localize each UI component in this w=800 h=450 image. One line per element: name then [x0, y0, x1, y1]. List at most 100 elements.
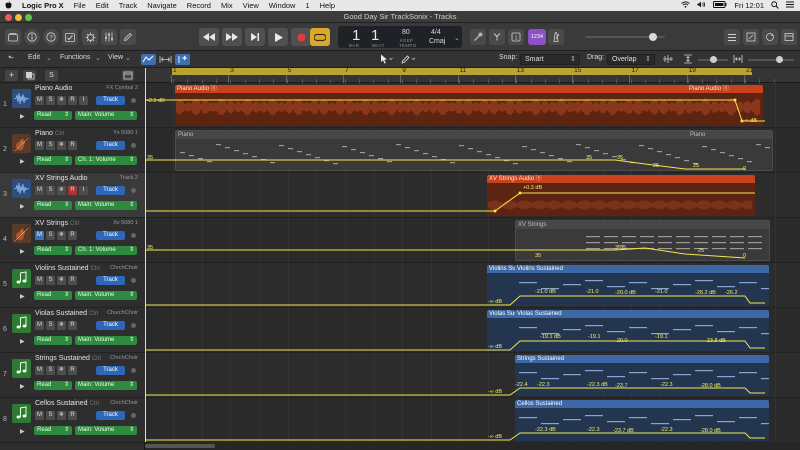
count-in-icon[interactable]: 1 — [508, 29, 524, 45]
track-mode-button[interactable]: Track — [96, 411, 125, 420]
snap-dropdown[interactable]: Smart ⇕ — [520, 54, 580, 65]
play-button[interactable] — [268, 28, 288, 46]
back-arrow-icon[interactable]: ⬑ — [8, 54, 14, 62]
master-volume-slider[interactable] — [585, 33, 665, 41]
automation-mode-button[interactable]: Read ⇕ — [34, 291, 72, 300]
master-volume-knob[interactable] — [649, 33, 657, 41]
menubar-clock[interactable]: Fri 12:01 — [734, 1, 764, 10]
mute-button[interactable]: M — [35, 276, 44, 285]
xv-strings-automation-line[interactable] — [145, 218, 800, 263]
track-header-5[interactable]: 5 Violins Sustained Ctrl ChrchChoir M S ❄ R Tra… — [0, 263, 145, 308]
functions-menu[interactable]: Functions — [60, 54, 90, 61]
edit-menu[interactable]: Edit — [28, 54, 40, 61]
lcd-display[interactable]: 1 1 BAR BEAT 80 KEEP TEMPO 4/4 Cmaj ⌄ — [338, 26, 462, 48]
app-menu[interactable]: Logic Pro X — [17, 1, 69, 10]
input-monitor-button[interactable]: I — [79, 186, 88, 195]
playhead[interactable] — [145, 68, 146, 450]
track-mode-button[interactable]: Track — [96, 276, 125, 285]
violin-icon[interactable] — [12, 224, 31, 243]
track-mode-button[interactable]: Track — [96, 186, 125, 195]
toolbar-icon[interactable] — [62, 29, 78, 45]
record-enable-button[interactable]: R — [68, 411, 77, 420]
mute-button[interactable]: M — [35, 141, 44, 150]
track-list-icon[interactable] — [122, 70, 134, 81]
arrange-area[interactable]: 1 3 5 7 9 11 13 15 17 19 21 Piano Audio ⓢ Piano Au… — [145, 68, 800, 450]
library-icon[interactable] — [5, 29, 21, 45]
menu-file[interactable]: File — [69, 1, 91, 10]
list-editors-icon[interactable] — [724, 29, 740, 45]
violins-automation-line[interactable] — [145, 263, 800, 308]
music-note-icon[interactable] — [12, 359, 31, 378]
horizontal-scroll-thumb[interactable] — [145, 444, 215, 448]
solo-button[interactable]: S — [46, 186, 55, 195]
drag-dropdown[interactable]: Overlap ⇕ — [607, 54, 655, 65]
spotlight-search-icon[interactable] — [771, 0, 779, 11]
track-header-6[interactable]: 6 Violas Sustained Ctrl ChurchChoir M S ❄ R Tra… — [0, 308, 145, 353]
menu-window[interactable]: Window — [264, 1, 301, 10]
automation-mode-button[interactable]: Read ⇕ — [34, 111, 72, 120]
piano-automation-line[interactable] — [145, 128, 800, 173]
record-enable-button[interactable]: R — [68, 186, 77, 195]
violas-automation-line[interactable] — [145, 308, 800, 353]
track-mode-button[interactable]: Track — [96, 96, 125, 105]
track-name[interactable]: XV Strings Ctrl — [35, 220, 79, 227]
wifi-icon[interactable] — [681, 1, 691, 10]
browsers-icon[interactable] — [781, 29, 797, 45]
track-header-8[interactable]: 8 Cellos Sustained Ctrl ChrchChoir M S ❄ R Trac… — [0, 398, 145, 443]
automation-disclosure-icon[interactable]: ▶ — [20, 158, 25, 165]
smart-controls-icon[interactable] — [82, 29, 98, 45]
horizontal-zoom-icon[interactable] — [733, 54, 743, 66]
vertical-zoom-icon[interactable] — [683, 54, 693, 66]
strings-automation-line[interactable] — [145, 353, 800, 398]
automation-parameter-button[interactable]: Ch. 1: Volume ⇕ — [75, 246, 137, 255]
menu-mix[interactable]: Mix — [216, 1, 238, 10]
track-header-3[interactable]: 3 XV Strings Audio Track 2 M S ❄ R I Track ▶ Read ⇕… — [0, 173, 145, 218]
flex-view-button[interactable] — [158, 54, 173, 65]
input-monitor-button[interactable]: I — [79, 96, 88, 105]
track-name[interactable]: XV Strings Audio — [35, 175, 88, 182]
note-pads-icon[interactable] — [743, 29, 759, 45]
automation-parameter-button[interactable]: Main: Volume ⇕ — [75, 426, 137, 435]
freeze-button[interactable]: ❄ — [57, 321, 66, 330]
track-header-2[interactable]: 2 Piano Ctrl Yx 5080 1 M S ❄ R Track ▶ Read ⇕ Ch. 1… — [0, 128, 145, 173]
track-mode-button[interactable]: Track — [96, 321, 125, 330]
automation-parameter-button[interactable]: Main: Volume ⇕ — [75, 201, 137, 210]
menu-view[interactable]: View — [238, 1, 264, 10]
track-name[interactable]: Piano Ctrl — [35, 130, 64, 137]
solo-button[interactable]: S — [46, 366, 55, 375]
global-solo-icon[interactable]: S — [45, 70, 58, 81]
duplicate-track-icon[interactable] — [23, 70, 36, 81]
solo-button[interactable]: S — [46, 321, 55, 330]
record-enable-button[interactable]: R — [68, 276, 77, 285]
view-menu[interactable]: View — [108, 54, 123, 61]
automation-mode-button[interactable]: Read ⇕ — [34, 426, 72, 435]
freeze-button[interactable]: ❄ — [57, 366, 66, 375]
automation-disclosure-icon[interactable]: ▶ — [20, 113, 25, 120]
automation-disclosure-icon[interactable]: ▶ — [20, 248, 25, 255]
record-enable-button[interactable]: R — [68, 96, 77, 105]
quick-help-icon[interactable]: ? — [43, 29, 59, 45]
music-note-icon[interactable] — [12, 269, 31, 288]
track-mode-button[interactable]: Track — [96, 366, 125, 375]
cellos-automation-line[interactable] — [145, 398, 800, 443]
automation-mode-button[interactable]: Read ⇕ — [34, 246, 72, 255]
solo-button[interactable]: S — [46, 231, 55, 240]
vertical-zoom-slider[interactable] — [698, 56, 728, 63]
music-note-icon[interactable] — [12, 314, 31, 333]
menu-navigate[interactable]: Navigate — [142, 1, 182, 10]
rewind-button[interactable] — [199, 28, 219, 46]
solo-icon[interactable] — [489, 29, 505, 45]
metronome-icon[interactable] — [548, 29, 564, 45]
automation-mode-button[interactable]: Read ⇕ — [34, 156, 72, 165]
solo-button[interactable]: S — [46, 411, 55, 420]
loop-browser-icon[interactable] — [762, 29, 778, 45]
go-to-beginning-button[interactable] — [245, 28, 265, 46]
audio-waveform-icon[interactable] — [12, 179, 31, 198]
record-enable-button[interactable]: R — [68, 231, 77, 240]
inspector-icon[interactable] — [24, 29, 40, 45]
track-header-7[interactable]: 7 Strings Sustained Ctrl ChrchChoir M S ❄ R Tra… — [0, 353, 145, 398]
mixer-icon[interactable] — [101, 29, 117, 45]
automation-disclosure-icon[interactable]: ▶ — [20, 383, 25, 390]
mute-button[interactable]: M — [35, 321, 44, 330]
count-in-counter[interactable]: 1234 — [528, 29, 546, 45]
